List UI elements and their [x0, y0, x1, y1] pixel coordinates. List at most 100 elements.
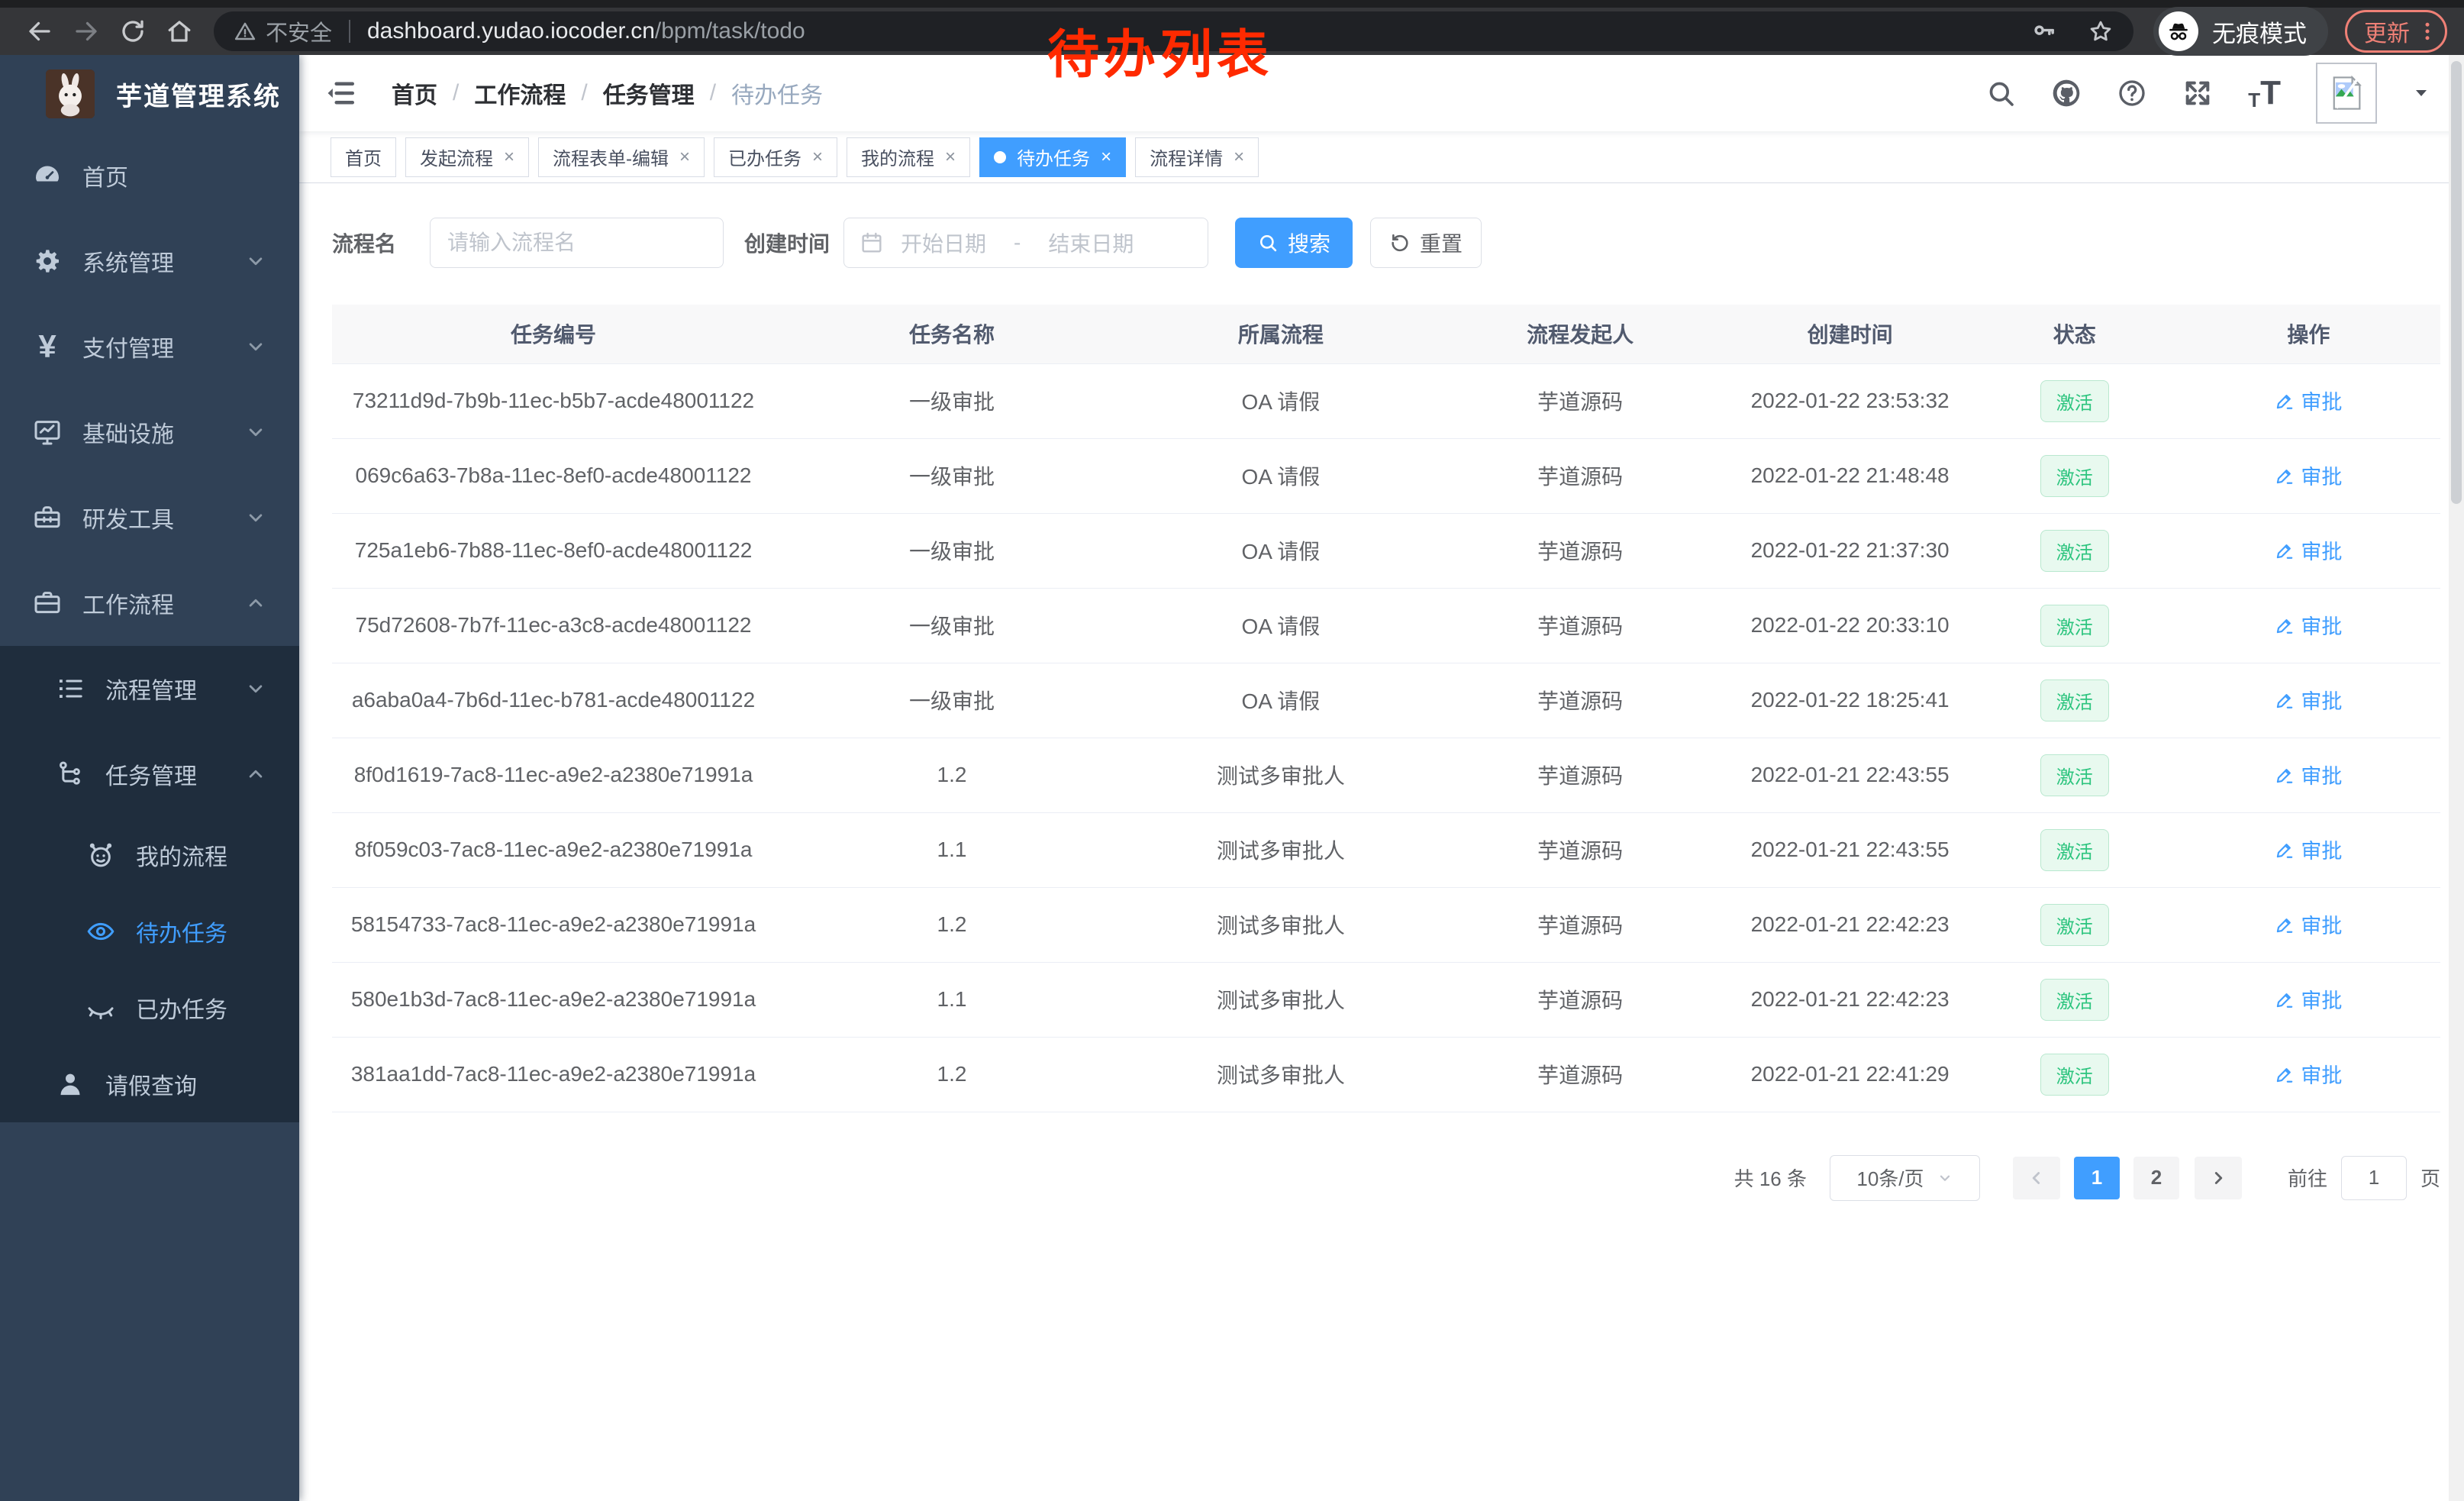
star-icon[interactable] — [2088, 18, 2114, 44]
cell-task-name: 1.2 — [775, 738, 1129, 812]
key-icon[interactable] — [2031, 18, 2057, 44]
url-host[interactable]: dashboard.yudao.iocoder.cn — [367, 18, 655, 44]
tab-done-task[interactable]: 已办任务× — [714, 137, 837, 177]
menu-label: 已办任务 — [136, 991, 227, 1025]
menu-dots-icon[interactable] — [2416, 20, 2439, 43]
close-icon[interactable]: × — [679, 147, 690, 168]
approve-label: 审批 — [2301, 760, 2342, 789]
start-date-placeholder[interactable]: 开始日期 — [901, 228, 986, 258]
sidebar-item-task-mgmt[interactable]: 任务管理 — [0, 731, 299, 817]
help-icon[interactable] — [2117, 78, 2147, 108]
approve-link[interactable]: 审批 — [2275, 685, 2342, 715]
date-range-input[interactable]: 开始日期 - 结束日期 — [843, 218, 1208, 268]
process-name-field[interactable] — [447, 231, 706, 255]
tab-todo-task[interactable]: 待办任务 × — [979, 137, 1126, 177]
cell-action: 审批 — [2177, 1037, 2440, 1112]
chevron-down-icon — [244, 421, 267, 444]
fullscreen-icon[interactable] — [2182, 78, 2213, 108]
cell-task-id: 381aa1dd-7ac8-11ec-a9e2-a2380e71991a — [332, 1037, 775, 1112]
chevron-down-icon — [244, 677, 267, 700]
scrollbar[interactable] — [2449, 55, 2464, 1501]
main-area: 首页/工作流程/任务管理/待办任务 TT 首页发起流程×流程表单-编辑×已办任务… — [299, 55, 2464, 1501]
sidebar-item-todo-task[interactable]: 待办任务 — [0, 893, 299, 970]
cell-task-id: 725a1eb6-7b88-11ec-8ef0-acde48001122 — [332, 513, 775, 588]
url-path[interactable]: /bpm/task/todo — [655, 18, 805, 44]
sidebar-item-payment[interactable]: ¥支付管理 — [0, 304, 299, 389]
cell-task-name: 1.1 — [775, 962, 1129, 1037]
scrollbar-thumb[interactable] — [2451, 61, 2462, 504]
tab-form-edit[interactable]: 流程表单-编辑× — [538, 137, 705, 177]
approve-label: 审批 — [2301, 909, 2342, 939]
sidebar-item-process-mgmt[interactable]: 流程管理 — [0, 646, 299, 731]
page-size-select[interactable]: 10条/页 — [1830, 1155, 1980, 1201]
tags-view: 首页发起流程×流程表单-编辑×已办任务×我的流程×待办任务×流程详情× — [299, 131, 2464, 183]
approve-link[interactable]: 审批 — [2275, 460, 2342, 490]
sidebar-menu: 首页系统管理¥支付管理基础设施研发工具工作流程流程管理任务管理我的流程待办任务已… — [0, 133, 299, 1501]
chevron-up-icon — [244, 763, 267, 786]
approve-label: 审批 — [2301, 386, 2342, 415]
prev-page-button[interactable] — [2013, 1157, 2060, 1199]
approve-link[interactable]: 审批 — [2275, 535, 2342, 565]
sidebar-item-workflow[interactable]: 工作流程 — [0, 560, 299, 646]
page-number-button[interactable]: 2 — [2133, 1157, 2179, 1199]
close-icon[interactable]: × — [1234, 147, 1244, 168]
search-button[interactable]: 搜索 — [1235, 218, 1353, 268]
url-divider — [349, 20, 350, 43]
cell-status: 激活 — [1972, 363, 2177, 438]
hamburger-icon[interactable] — [324, 77, 356, 109]
approve-label: 审批 — [2301, 834, 2342, 864]
end-date-placeholder[interactable]: 结束日期 — [1048, 228, 1134, 258]
font-size-icon[interactable]: TT — [2248, 76, 2281, 110]
avatar[interactable] — [2316, 63, 2377, 124]
column-header: 流程发起人 — [1433, 305, 1728, 363]
home-icon[interactable] — [156, 18, 203, 45]
edit-icon — [2275, 840, 2295, 860]
reset-button[interactable]: 重置 — [1370, 218, 1482, 268]
goto-page-input[interactable] — [2341, 1156, 2407, 1200]
approve-link[interactable]: 审批 — [2275, 909, 2342, 939]
approve-link[interactable]: 审批 — [2275, 386, 2342, 415]
approve-link[interactable]: 审批 — [2275, 760, 2342, 789]
sidebar-item-system[interactable]: 系统管理 — [0, 218, 299, 304]
sidebar-item-infrastructure[interactable]: 基础设施 — [0, 389, 299, 475]
close-icon[interactable]: × — [812, 147, 823, 168]
approve-link[interactable]: 审批 — [2275, 984, 2342, 1014]
monitor-icon — [32, 417, 63, 447]
next-page-button[interactable] — [2195, 1157, 2242, 1199]
approve-link[interactable]: 审批 — [2275, 610, 2342, 640]
github-icon[interactable] — [2051, 78, 2082, 108]
close-icon[interactable]: × — [504, 147, 514, 168]
app-logo-row[interactable]: 芋道管理系统 — [0, 55, 299, 133]
approve-link[interactable]: 审批 — [2275, 1059, 2342, 1089]
breadcrumb-item[interactable]: 首页 — [392, 76, 437, 110]
process-name-input[interactable] — [430, 218, 724, 268]
breadcrumb-item[interactable]: 工作流程 — [474, 76, 566, 110]
sidebar-item-my-process[interactable]: 我的流程 — [0, 817, 299, 893]
search-icon[interactable] — [1985, 78, 2016, 108]
tab-label: 待办任务 — [1017, 144, 1090, 170]
approve-link[interactable]: 审批 — [2275, 834, 2342, 864]
task-table: 任务编号任务名称所属流程流程发起人创建时间状态操作 73211d9d-7b9b-… — [332, 305, 2440, 1112]
back-icon[interactable] — [17, 18, 63, 45]
chevron-down-icon[interactable] — [2412, 84, 2430, 102]
sidebar-item-devtools[interactable]: 研发工具 — [0, 475, 299, 560]
tab-process-detail[interactable]: 流程详情× — [1135, 137, 1259, 177]
sidebar-item-leave-query[interactable]: 请假查询 — [0, 1046, 299, 1122]
tab-start-process[interactable]: 发起流程× — [405, 137, 529, 177]
reload-icon[interactable] — [110, 18, 156, 45]
breadcrumb-item[interactable]: 任务管理 — [603, 76, 695, 110]
sidebar-item-done-task[interactable]: 已办任务 — [0, 970, 299, 1046]
close-icon[interactable]: × — [1101, 147, 1111, 168]
forward-icon[interactable] — [63, 18, 110, 45]
incognito-badge: 无痕模式 — [2153, 7, 2328, 56]
warning-icon — [234, 20, 256, 43]
tab-my-process[interactable]: 我的流程× — [847, 137, 970, 177]
menu-label: 待办任务 — [136, 915, 227, 948]
security-label[interactable]: 不安全 — [266, 15, 332, 47]
tab-home[interactable]: 首页 — [331, 137, 396, 177]
sidebar-item-home[interactable]: 首页 — [0, 133, 299, 218]
update-button[interactable]: 更新 — [2345, 10, 2447, 53]
close-icon[interactable]: × — [945, 147, 956, 168]
cell-action: 审批 — [2177, 363, 2440, 438]
page-number-button[interactable]: 1 — [2074, 1157, 2120, 1199]
